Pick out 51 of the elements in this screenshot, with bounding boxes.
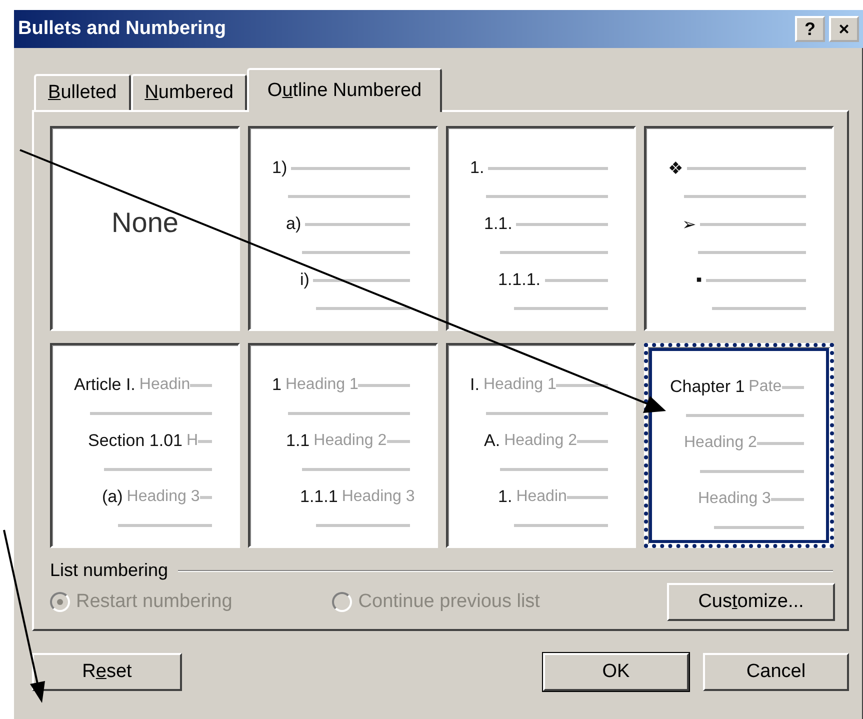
heading-text: Heading 3 — [342, 488, 415, 506]
list-number: 1 — [272, 375, 282, 395]
list-number: ❖ — [668, 158, 683, 178]
list-number: (a) — [102, 487, 123, 507]
option-label: None — [112, 206, 178, 238]
heading-text: Pate — [748, 378, 782, 396]
list-style-option[interactable]: 1) a) i) — [248, 126, 438, 331]
heading-text: Heading 3 — [698, 490, 771, 508]
list-number: Section 1.01 — [88, 431, 183, 451]
close-button[interactable]: × — [829, 16, 859, 42]
list-number: 1.1.1. — [498, 270, 541, 290]
list-number: Chapter 1 — [670, 377, 745, 397]
list-style-option[interactable]: 1. 1.1. 1.1.1. — [446, 126, 636, 331]
tab[interactable]: Outline Numbered — [247, 68, 442, 112]
list-number: ▪ — [696, 270, 702, 290]
list-style-option[interactable]: Chapter 1 Pate Heading 2 Heading 3 — [644, 343, 834, 548]
window-title: Bullets and Numbering — [18, 18, 226, 40]
group-label: List numbering — [50, 560, 168, 581]
list-style-option[interactable]: None — [50, 126, 240, 331]
tab[interactable]: Numbered — [130, 74, 248, 110]
customize-button[interactable]: Customize... — [667, 583, 835, 621]
heading-text: Headin — [516, 488, 567, 506]
list-number: 1. — [470, 158, 484, 178]
list-style-option[interactable]: 1 Heading 1 1.1 Heading 2 1.1.1 Heading 3 — [248, 343, 438, 548]
heading-text: Heading 1 — [285, 376, 358, 394]
list-number: 1.1. — [484, 214, 512, 234]
list-number: 1. — [498, 487, 512, 507]
heading-text: Heading 2 — [314, 432, 387, 450]
list-number: Article I. — [74, 375, 136, 395]
help-button[interactable]: ? — [795, 16, 825, 42]
list-number: 1.1 — [286, 431, 310, 451]
list-number: A. — [484, 431, 500, 451]
list-style-option[interactable]: I. Heading 1 A. Heading 2 1. Headin — [446, 343, 636, 548]
list-number: 1) — [272, 158, 288, 178]
heading-text: Headin — [139, 376, 190, 394]
heading-text: Heading 2 — [684, 434, 757, 452]
list-style-option[interactable]: Article I. Headin Section 1.01 H (a) Heading 3 — [50, 343, 240, 548]
heading-text: H — [186, 432, 198, 450]
tab[interactable]: Bulleted — [34, 74, 131, 110]
list-number: ➢ — [682, 214, 696, 234]
heading-text: Heading 3 — [126, 488, 200, 506]
list-number: a) — [286, 214, 302, 234]
list-number: I. — [470, 375, 480, 395]
reset-button[interactable]: Reset — [32, 653, 182, 691]
list-number: i) — [300, 270, 310, 290]
list-number: 1.1.1 — [300, 487, 338, 507]
heading-text: Heading 1 — [483, 376, 556, 394]
heading-text: Heading 2 — [504, 432, 578, 450]
ok-button[interactable]: OK — [543, 653, 689, 691]
list-style-option[interactable]: ❖ ➢ ▪ — [644, 126, 834, 331]
cancel-button[interactable]: Cancel — [703, 653, 849, 691]
